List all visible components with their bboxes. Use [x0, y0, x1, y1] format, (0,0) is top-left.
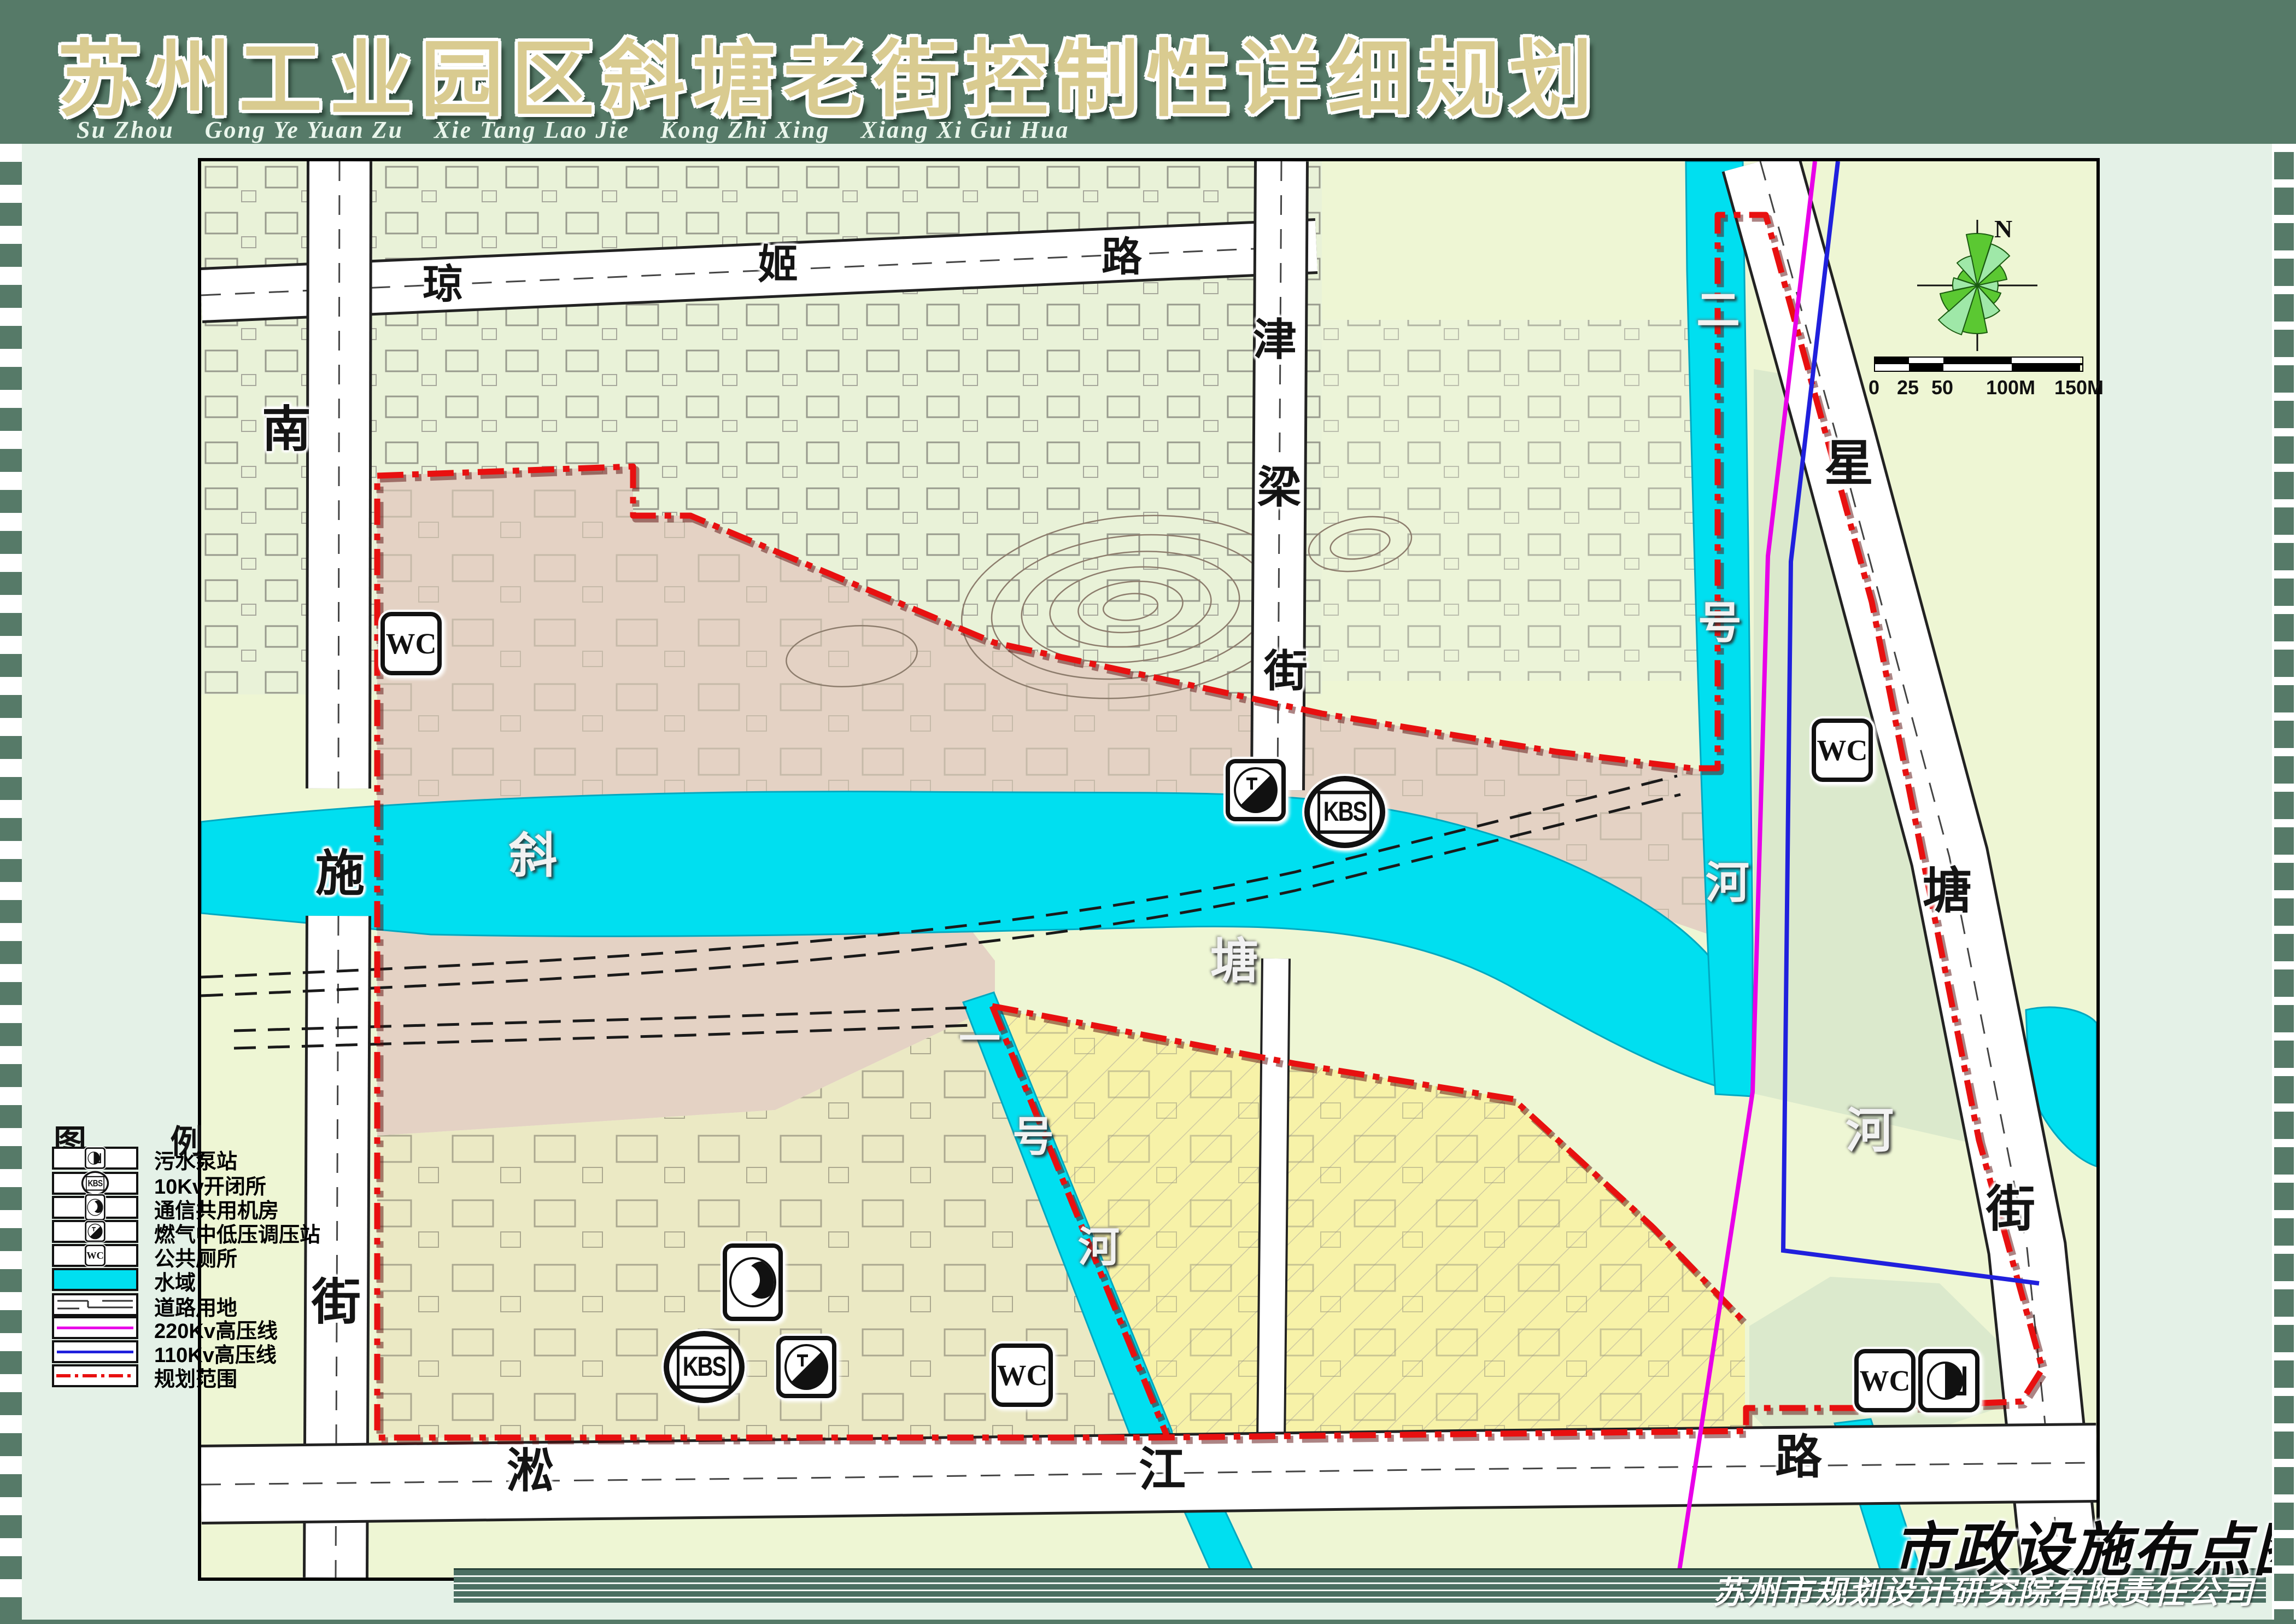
scale-tick: 150M	[2054, 376, 2104, 399]
kbs-text: KBS	[677, 1346, 731, 1389]
legend-swatch-gas	[52, 1220, 138, 1243]
page-title: 苏州工业园区斜塘老街控制性详细规划	[57, 12, 1600, 132]
wc-text: WC	[1860, 1364, 1911, 1398]
road-label-xingtang-2: 塘	[1923, 867, 1972, 916]
road-label-jinliang-2: 梁	[1257, 466, 1301, 510]
legend-swatch-water	[52, 1268, 138, 1291]
legend-swatch-110kv	[52, 1340, 138, 1363]
wc-text: WC	[1817, 733, 1868, 767]
wc-text: WC	[386, 627, 437, 661]
scale-tick: 50	[1931, 376, 1953, 399]
river-label-xietang-3: 河	[1846, 1107, 1894, 1155]
north-label: N	[1994, 214, 2012, 243]
canal-label-no2-1: 二	[1696, 289, 1740, 332]
legend-swatch-road	[52, 1293, 138, 1316]
scale-tick: 100M	[1986, 376, 2035, 399]
canal-label-no1-2: 号	[1012, 1117, 1054, 1158]
road-label-songjiang-1: 淞	[507, 1447, 554, 1494]
river-label-xietang-2: 塘	[1210, 937, 1258, 985]
legend-swatch-wc: WC	[52, 1244, 138, 1267]
legend-swatch-pump	[52, 1147, 138, 1170]
filmstrip-right-decoration	[2272, 144, 2296, 1624]
page-subtitle-pinyin: Su Zhou Gong Ye Yuan Zu Xie Tang Lao Jie…	[77, 116, 1069, 144]
legend-swatch-comm	[52, 1196, 138, 1219]
road-label-songjiang-3: 路	[1775, 1434, 1822, 1481]
public-toilet-icon: WC	[380, 612, 442, 675]
road-label-songjiang-2: 江	[1139, 1446, 1186, 1493]
road-label-nanshi-1: 南	[262, 405, 311, 454]
canal-label-no1-3: 河	[1078, 1227, 1120, 1269]
planning-map-sheet: { "header": { "title": "苏州工业园区斜塘老街控制性详细规…	[0, 0, 2296, 1624]
sewage-pump-icon	[1918, 1349, 1979, 1412]
map-drawing	[201, 161, 2096, 1578]
switching-station-icon: KBS	[1304, 776, 1385, 848]
canal-label-no2-3: 河	[1706, 861, 1749, 905]
road-label-nanshi-3: 街	[312, 1278, 361, 1327]
sheet-title: 市政设施布点图	[1893, 1503, 2296, 1587]
legend-swatch-boundary	[52, 1364, 138, 1387]
legend-swatch-220kv	[52, 1316, 138, 1339]
wind-rose-compass	[1909, 217, 2046, 354]
scale-tick: 0	[1869, 376, 1879, 399]
gas-regulator-icon	[1226, 759, 1286, 821]
bottom-edge-line	[0, 1620, 2296, 1624]
scale-tick: 25	[1897, 376, 1919, 399]
telecom-room-icon	[723, 1243, 783, 1321]
road-label-qiongji-1: 琼	[423, 264, 463, 305]
road-label-nanshi-2: 施	[315, 849, 365, 898]
wc-text: WC	[997, 1358, 1048, 1392]
legend-label-boundary: 规划范围	[154, 1362, 237, 1392]
canal-label-no1-1: 一	[959, 1019, 1000, 1061]
road-label-qiongji-2: 姬	[758, 244, 798, 285]
map-canvas	[198, 158, 2100, 1581]
road-label-qiongji-3: 路	[1102, 237, 1142, 277]
gas-regulator-icon	[776, 1336, 836, 1398]
road-label-xingtang-3: 街	[1986, 1185, 2035, 1234]
public-toilet-icon: WC	[992, 1343, 1053, 1407]
road-label-jinliang-1: 津	[1253, 318, 1297, 362]
kbs-text: KBS	[1317, 791, 1372, 834]
header-band: 苏州工业园区斜塘老街控制性详细规划 Su Zhou Gong Ye Yuan Z…	[0, 0, 2296, 144]
road-label-jinliang-3: 街	[1264, 650, 1308, 693]
public-toilet-icon: WC	[1812, 718, 1873, 782]
canal-label-no2-2: 号	[1698, 601, 1742, 645]
legend-swatch-kbs: KBS	[52, 1172, 138, 1195]
filmstrip-left-decoration	[0, 144, 22, 1624]
road-label-xingtang-1: 星	[1824, 439, 1873, 488]
public-toilet-icon: WC	[1854, 1349, 1916, 1412]
switching-station-icon: KBS	[664, 1331, 745, 1403]
river-label-xietang-1: 斜	[509, 832, 557, 880]
